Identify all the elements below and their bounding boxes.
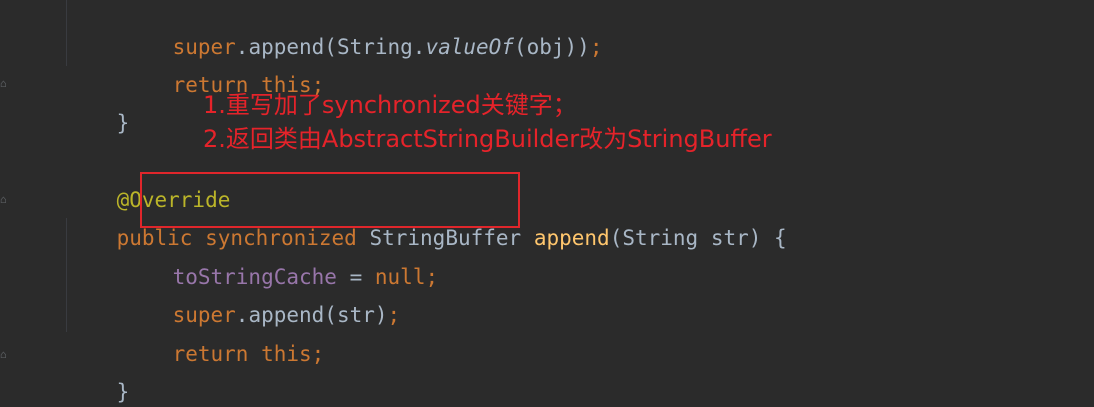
- closing-brace: }: [116, 380, 130, 404]
- method-name: append: [533, 226, 610, 250]
- semicolon: ;: [311, 342, 325, 366]
- code-text: (String str) {: [609, 226, 787, 250]
- code-line[interactable]: super.append(str);: [122, 258, 401, 327]
- fold-marker-icon[interactable]: ⌂: [0, 194, 8, 206]
- code-line[interactable]: return this;: [122, 297, 325, 366]
- keyword: this: [261, 342, 312, 366]
- code-text: (obj)): [513, 35, 590, 59]
- code-line[interactable]: }: [66, 335, 130, 404]
- annotation-note-1: 1.重写加了synchronized关键字；: [203, 91, 577, 119]
- closing-brace: }: [116, 111, 130, 135]
- semicolon: ;: [425, 265, 439, 289]
- fold-marker-icon[interactable]: ⌂: [0, 78, 8, 90]
- fold-marker-icon[interactable]: ⌂: [0, 349, 8, 361]
- semicolon: ;: [589, 35, 603, 59]
- code-editor[interactable]: ⌂ ⌂ ⌂ super.append(String.valueOf(obj));…: [0, 0, 1094, 407]
- code-text: valueOf: [425, 35, 514, 59]
- code-line[interactable]: return this;: [122, 28, 325, 97]
- indent-guide: [66, 0, 67, 66]
- highlight-box: [140, 172, 520, 228]
- code-line[interactable]: super.append(String.valueOf(obj));: [122, 0, 603, 59]
- semicolon: ;: [387, 303, 401, 327]
- editor-gutter: ⌂ ⌂ ⌂: [0, 0, 22, 407]
- annotation-note-2: 2.返回类由AbstractStringBuilder改为StringBuffe…: [203, 125, 772, 153]
- code-line[interactable]: }: [66, 66, 130, 135]
- keyword: return: [172, 342, 249, 366]
